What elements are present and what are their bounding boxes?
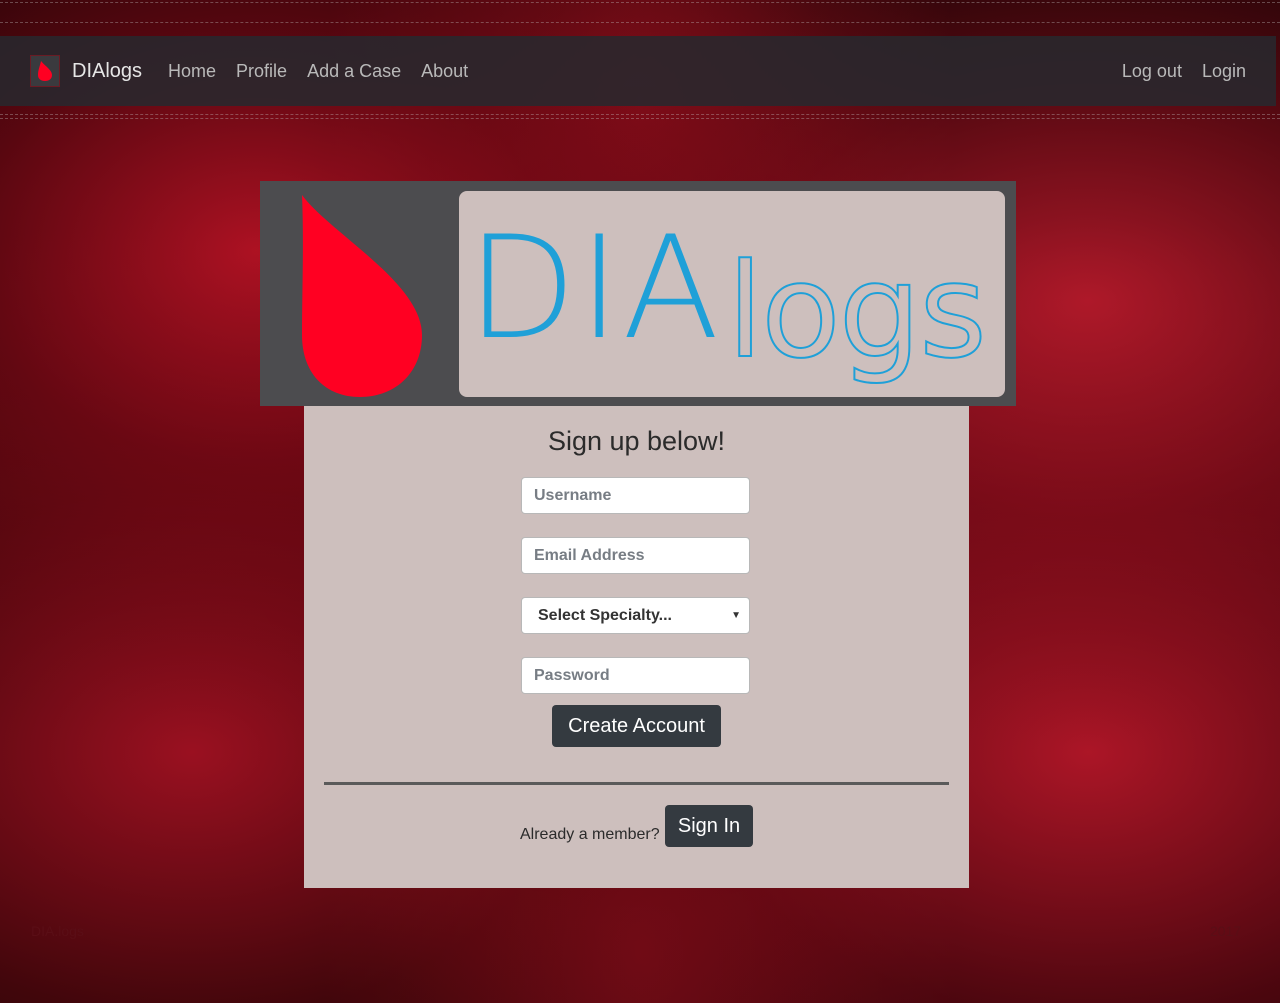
- nav-add-case[interactable]: Add a Case: [307, 61, 401, 82]
- signup-title: Sign up below!: [547, 426, 726, 456]
- logo-text-logs: logs: [726, 234, 988, 388]
- signup-card: Sign up below! Select Specialty... ▼ Cre…: [304, 406, 969, 888]
- specialty-select-value: Select Specialty...: [538, 606, 672, 624]
- password-input[interactable]: [521, 657, 750, 694]
- brand[interactable]: DIAlogs: [30, 55, 142, 87]
- sign-in-button[interactable]: Sign In: [665, 805, 753, 847]
- caret-down-icon: ▼: [731, 610, 741, 621]
- footer-brand: DIA.logs: [31, 923, 84, 939]
- divider: [324, 782, 949, 785]
- nav-right: Log out Login: [1102, 61, 1246, 82]
- nav-logout[interactable]: Log out: [1122, 61, 1182, 82]
- header-dashed-line: [0, 22, 1280, 23]
- already-member-text: Already a member?: [520, 826, 660, 843]
- header-bottom-dashed-line: [0, 114, 1280, 115]
- create-account-button[interactable]: Create Account: [552, 705, 721, 747]
- blood-drop-icon: [30, 55, 60, 87]
- email-input[interactable]: [521, 537, 750, 574]
- blood-drop-icon: [302, 195, 422, 397]
- username-input[interactable]: [521, 477, 750, 514]
- footer-year: 2017: [1210, 923, 1242, 939]
- nav-about[interactable]: About: [421, 61, 468, 82]
- logo-panel: DIA logs: [459, 191, 1005, 397]
- nav-login[interactable]: Login: [1202, 61, 1246, 82]
- nav-home[interactable]: Home: [168, 61, 216, 82]
- logo-banner: DIA logs: [260, 181, 1016, 406]
- navbar: DIAlogs Home Profile Add a Case About Lo…: [0, 36, 1276, 106]
- header-bottom-dashed-line-2: [0, 118, 1280, 119]
- window-top-border: [0, 2, 1280, 3]
- logo-text-dia: DIA: [467, 206, 722, 371]
- brand-name[interactable]: DIAlogs: [72, 60, 142, 83]
- specialty-select[interactable]: Select Specialty... ▼: [521, 597, 750, 634]
- nav-profile[interactable]: Profile: [236, 61, 287, 82]
- nav-links: Home Profile Add a Case About: [158, 61, 478, 82]
